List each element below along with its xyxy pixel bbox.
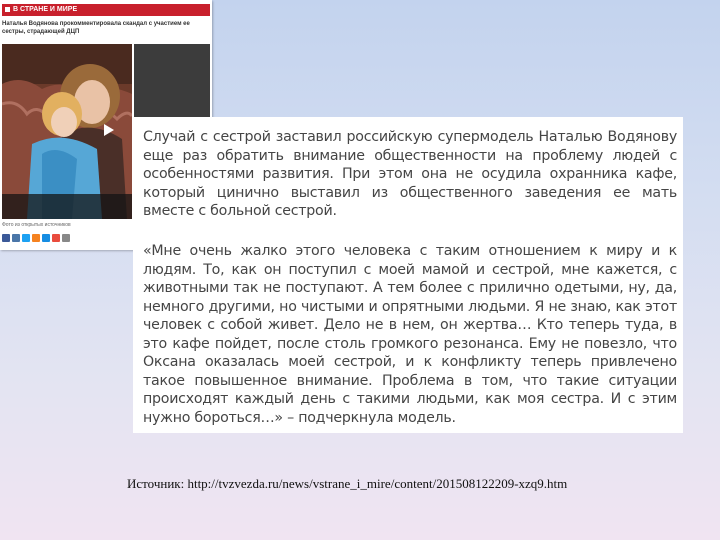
intro-paragraph: Случай с сестрой заставил российскую суп…	[143, 129, 677, 219]
more-icon[interactable]	[62, 234, 70, 242]
quote-panel: Случай с сестрой заставил российскую суп…	[133, 117, 683, 433]
section-header: В СТРАНЕ И МИРЕ	[2, 4, 210, 16]
news-headline[interactable]: Наталья Водянова прокомментировала сканд…	[2, 20, 208, 36]
share-icons	[2, 234, 70, 242]
vk-icon[interactable]	[12, 234, 20, 242]
mail-icon[interactable]	[42, 234, 50, 242]
source-line: Источник: http://tvzvezda.ru/news/vstran…	[127, 476, 568, 491]
gplus-icon[interactable]	[52, 234, 60, 242]
quote-paragraph: «Мне очень жалко этого человека с таким …	[143, 243, 677, 426]
facebook-icon[interactable]	[2, 234, 10, 242]
photo-illustration	[2, 44, 132, 219]
section-label: В СТРАНЕ И МИРЕ	[13, 6, 78, 13]
twitter-icon[interactable]	[22, 234, 30, 242]
video-controls[interactable]	[2, 194, 132, 219]
odnoklassniki-icon[interactable]	[32, 234, 40, 242]
square-icon	[5, 6, 10, 12]
news-photo[interactable]	[2, 44, 132, 219]
